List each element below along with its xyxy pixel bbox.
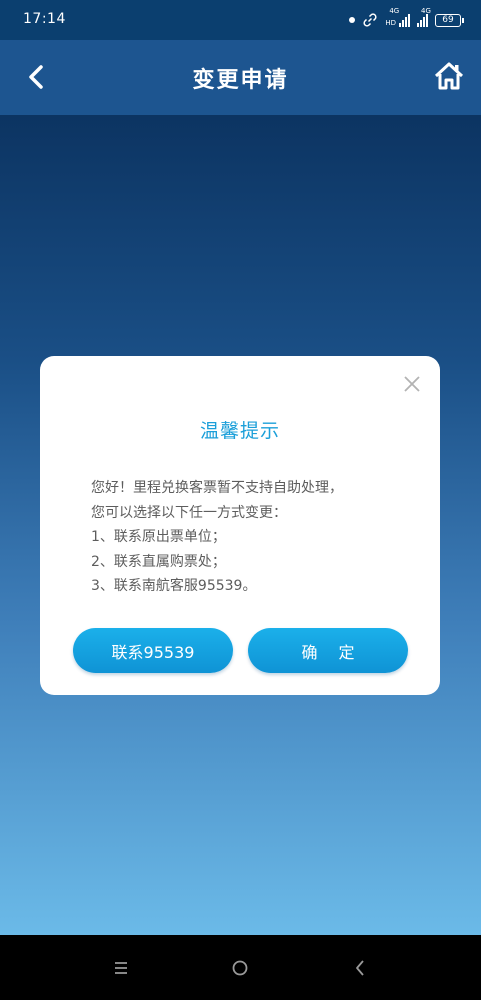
chevron-left-icon <box>29 65 43 89</box>
circle-home-icon[interactable] <box>229 957 251 979</box>
back-button[interactable] <box>22 62 52 92</box>
message-line: 3、联系南航客服95539。 <box>91 578 257 594</box>
dialog-title: 温馨提示 <box>199 420 280 442</box>
battery-icon: 69 <box>435 13 464 27</box>
notification-dot-icon <box>349 17 356 23</box>
system-nav-bar <box>0 935 481 1000</box>
signal-icon-1: 4G HD <box>385 7 410 27</box>
back-triangle-icon[interactable] <box>349 957 371 979</box>
app-header: 变更申请 <box>0 40 481 115</box>
message-line: 2、联系直属购票处； <box>91 553 226 570</box>
confirm-button[interactable]: 确 定 <box>248 628 408 673</box>
status-bar: 17:14 4G HD 4G 69 <box>0 0 481 40</box>
status-time: 17:14 <box>23 11 66 27</box>
message-line: 您可以选择以下任一方式变更： <box>91 504 287 521</box>
menu-icon[interactable] <box>110 957 132 979</box>
close-icon <box>404 376 420 392</box>
message-line: 1、联系原出票单位； <box>91 529 226 545</box>
close-button[interactable] <box>402 374 422 394</box>
notice-dialog: 温馨提示 您好！里程兑换客票暂不支持自助处理， 您可以选择以下任一方式变更： 1… <box>40 356 440 695</box>
link-icon <box>363 13 377 27</box>
page-title: 变更申请 <box>192 67 289 93</box>
signal-icon-2: 4G <box>417 7 431 27</box>
status-icons: 4G HD 4G 69 <box>349 7 464 30</box>
message-line: 您好！里程兑换客票暂不支持自助处理， <box>91 480 343 496</box>
home-button[interactable] <box>433 60 465 92</box>
dialog-message: 您好！里程兑换客票暂不支持自助处理， 您可以选择以下任一方式变更： 1、联系原出… <box>91 476 420 599</box>
contact-hotline-button[interactable]: 联系95539 <box>73 628 233 673</box>
home-icon <box>434 62 464 90</box>
